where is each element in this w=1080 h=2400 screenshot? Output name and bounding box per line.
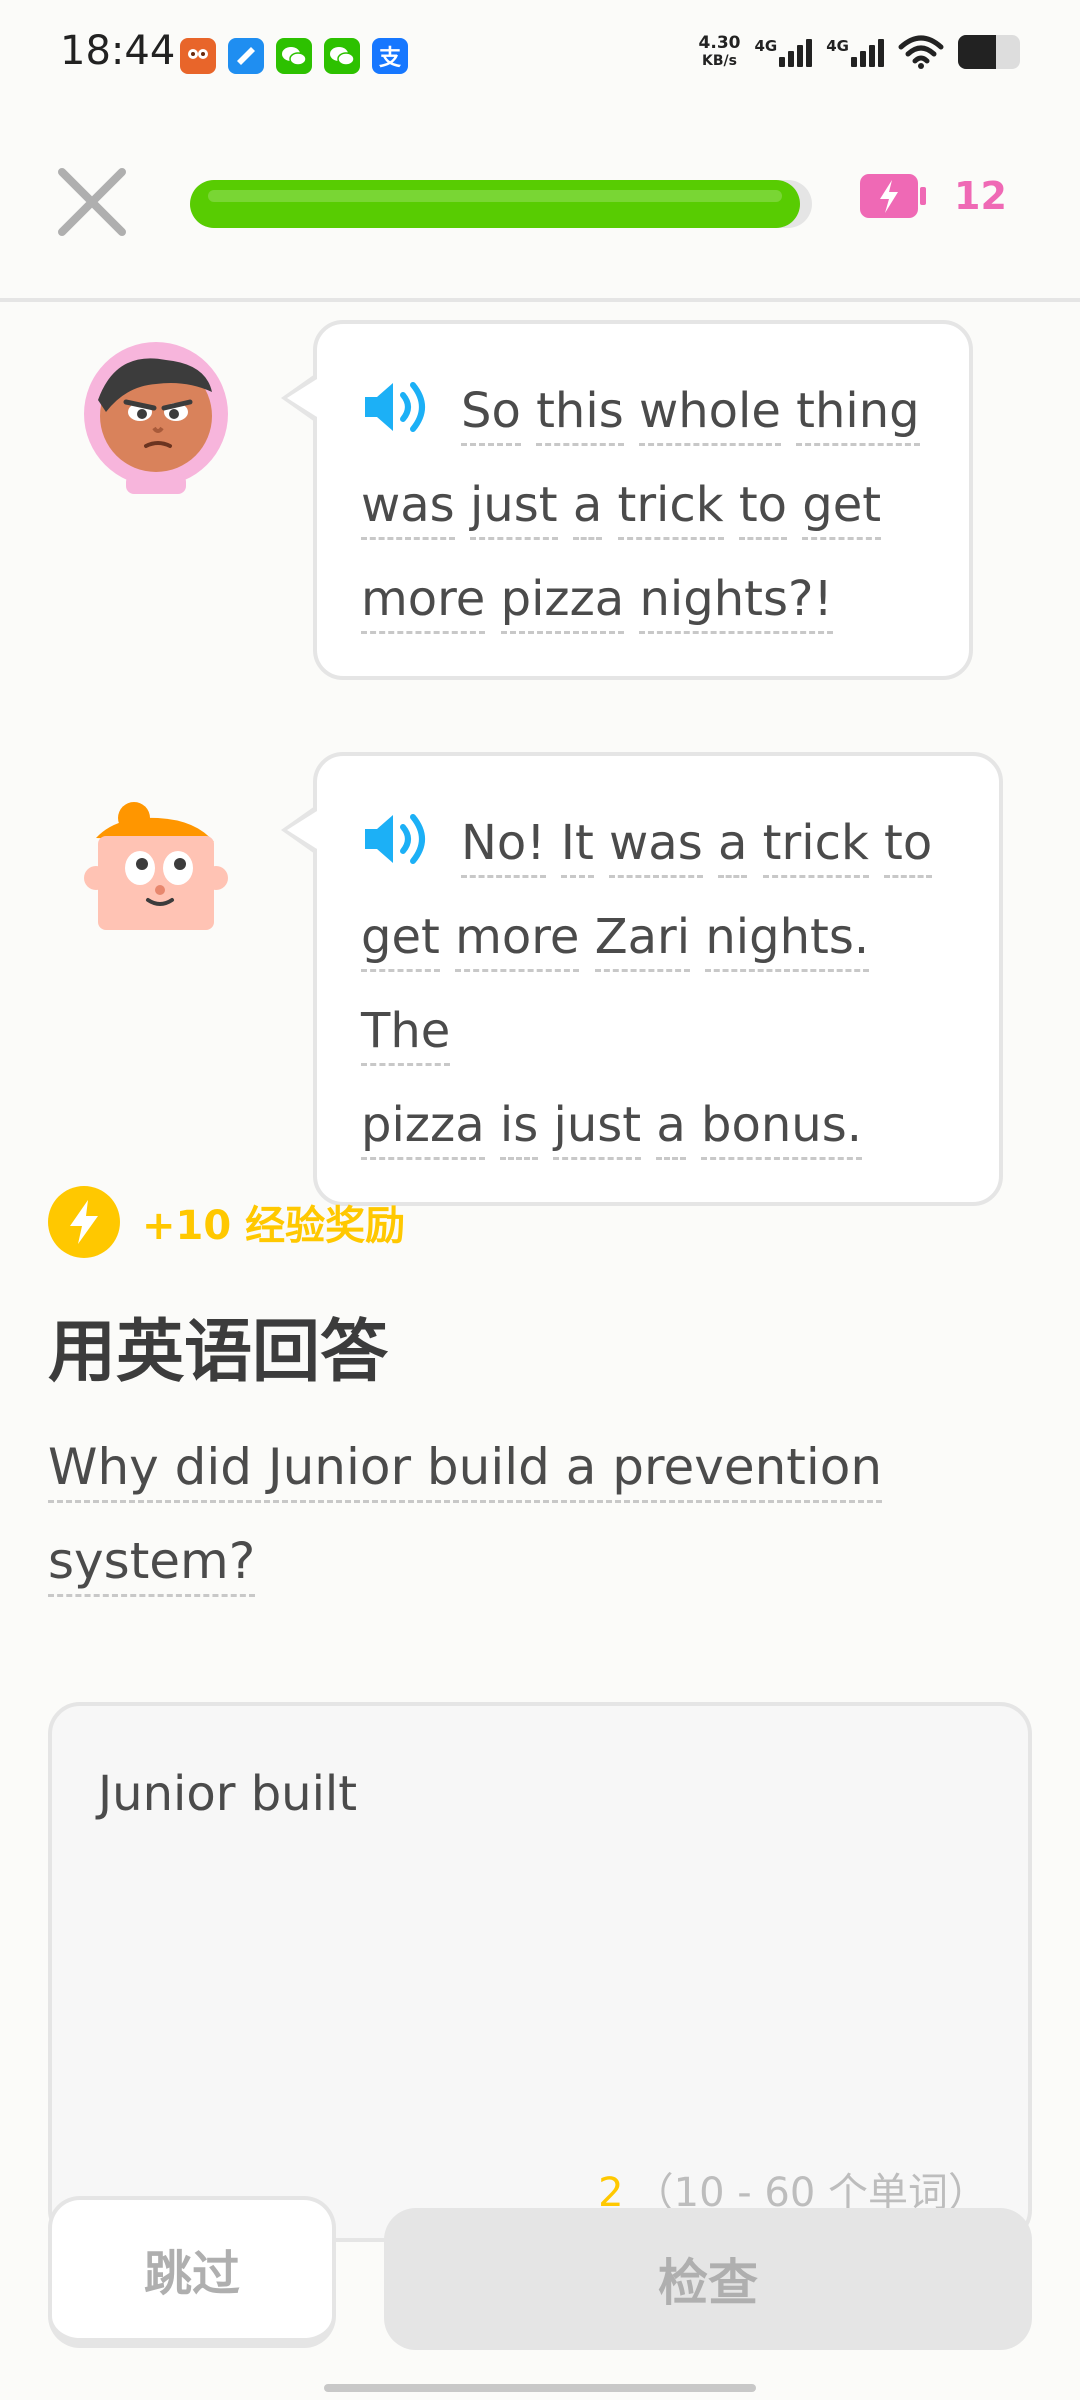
network-speed: 4.30 KB/s <box>698 33 741 69</box>
progress-fill <box>190 180 800 228</box>
word-token[interactable]: Zari <box>594 909 691 972</box>
home-indicator[interactable] <box>324 2384 756 2392</box>
check-button[interactable]: 检查 <box>384 2208 1032 2350</box>
signal-bars-icon <box>851 37 884 67</box>
word-token[interactable]: more <box>361 571 486 634</box>
speaker-icon[interactable] <box>361 377 435 437</box>
lesson-header: 12 <box>0 150 1080 260</box>
battery-icon <box>958 35 1020 69</box>
close-icon <box>58 168 126 236</box>
word-token[interactable]: a <box>656 1097 686 1160</box>
xp-bonus-label: +10 经验奖励 <box>142 1203 406 1249</box>
status-time: 18:44 <box>60 28 176 74</box>
question-line[interactable]: system? <box>48 1532 256 1597</box>
word-token[interactable]: pizza <box>500 571 625 634</box>
zari-avatar <box>84 802 228 930</box>
word-token[interactable]: whole <box>638 383 781 446</box>
taobao-app-icon <box>180 38 216 74</box>
word-token[interactable]: was <box>609 815 703 878</box>
word-token[interactable]: just <box>469 477 558 540</box>
alipay-app-icon: 支 <box>372 38 408 74</box>
energy-battery-icon <box>860 174 926 218</box>
word-token[interactable]: was <box>361 477 455 540</box>
lesson-progress-bar <box>190 180 812 228</box>
word-token[interactable]: this <box>536 383 624 446</box>
status-bar: 18:44 支 4.30 KB/s 4G 4G <box>0 0 1080 110</box>
skip-button[interactable]: 跳过 <box>48 2196 336 2348</box>
word-token[interactable]: just <box>553 1097 642 1160</box>
speech-bubble: No! It was a trick to get more Zari nigh… <box>281 752 1003 1206</box>
header-divider <box>0 298 1080 302</box>
speech-bubble: So this whole thing was just a trick to … <box>281 320 973 680</box>
answer-text: Junior built <box>98 1766 358 1822</box>
word-token[interactable]: trick <box>617 477 724 540</box>
word-token[interactable]: is <box>499 1097 539 1160</box>
word-token[interactable]: It <box>560 815 594 878</box>
energy-indicator[interactable]: 12 <box>858 172 1007 220</box>
signal-bars-icon <box>779 37 813 67</box>
word-token[interactable]: get <box>361 909 440 972</box>
word-token[interactable]: to <box>884 815 933 878</box>
browser-app-icon <box>228 38 264 74</box>
question-line[interactable]: Why did Junior build a prevention <box>48 1438 883 1503</box>
word-token[interactable]: pizza <box>361 1097 485 1160</box>
word-token[interactable]: nights?! <box>639 571 833 634</box>
energy-count: 12 <box>954 174 1007 218</box>
dialogue-text: So this whole thing was just a trick to … <box>361 364 937 646</box>
close-button[interactable] <box>52 162 132 242</box>
status-app-icons: 支 <box>180 38 408 74</box>
junior-avatar <box>84 342 228 494</box>
word-token[interactable]: to <box>738 477 788 540</box>
wechat-app-icon <box>276 38 312 74</box>
word-token[interactable]: trick <box>762 815 869 878</box>
word-token[interactable]: a <box>717 815 748 878</box>
status-indicators: 4.30 KB/s 4G 4G <box>699 34 1020 70</box>
word-token[interactable]: get <box>802 477 882 540</box>
speaker-icon[interactable] <box>361 809 435 869</box>
cellular-signal-2: 4G <box>826 37 884 67</box>
word-token[interactable]: The <box>361 1003 451 1066</box>
word-token[interactable]: thing <box>796 383 920 446</box>
word-token[interactable]: more <box>455 909 580 972</box>
answer-input[interactable]: Junior built 2 （10 - 60 个单词） <box>48 1702 1032 2242</box>
question-text: Why did Junior build a prevention system… <box>48 1420 948 1608</box>
prompt-title: 用英语回答 <box>48 1313 389 1392</box>
cellular-signal-1: 4G <box>755 37 813 67</box>
word-token[interactable]: bonus. <box>701 1097 862 1160</box>
lightning-icon <box>48 1186 120 1258</box>
wifi-icon <box>898 35 944 69</box>
word-token[interactable]: a <box>572 477 603 540</box>
wechat-app-icon <box>324 38 360 74</box>
word-token[interactable]: No! <box>461 815 546 878</box>
word-token[interactable]: So <box>461 383 521 446</box>
xp-bonus: +10 经验奖励 <box>48 1186 405 1258</box>
word-token[interactable]: nights. <box>705 909 870 972</box>
dialogue-text: No! It was a trick to get more Zari nigh… <box>361 796 967 1172</box>
